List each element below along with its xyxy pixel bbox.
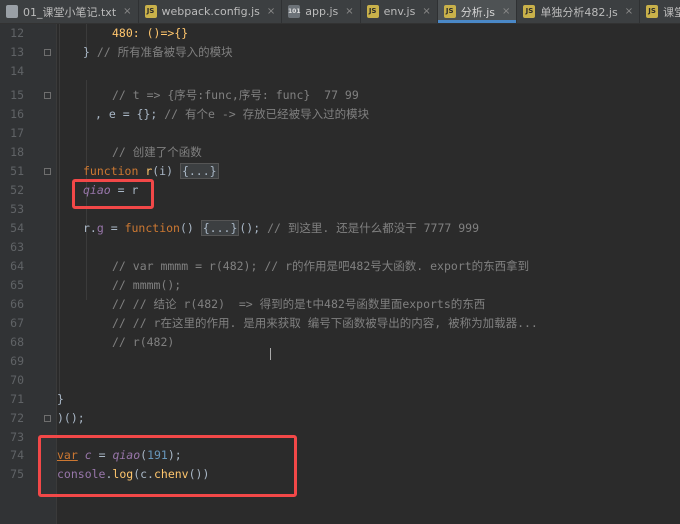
code-text: } [83,45,97,59]
highlight-box-qiao-call [38,435,297,497]
code-text: (i) [152,164,180,178]
text-file-icon [6,5,18,18]
code-comment: // 所有准备被导入的模块 [96,45,233,59]
line-number: 51 [10,164,24,178]
code-text: } [57,392,64,406]
code-comment: // 创建了个函数 [112,145,202,159]
close-tab-icon[interactable]: × [422,6,430,17]
line-number: 69 [10,354,24,368]
code-line-66: // // r在这里的作用. 是用来获取 编号下函数被导出的内容, 被称为加载器… [112,314,538,333]
js-file-icon: JS [366,5,379,18]
line-number: 71 [10,392,24,406]
line-number: 54 [10,221,24,235]
tab-label: 单独分析482.js [540,5,618,19]
code-comment: // t => {序号:func,序号: func} 77 99 [112,88,359,102]
line-number: 72 [10,411,24,425]
tab-0[interactable]: 01_课堂小笔记.txt × [0,0,139,23]
code-text: (); [239,221,268,235]
code-comment: // // 结论 r(482) => 得到的是t中482号函数里面exports… [112,297,486,311]
line-number: 17 [10,126,24,140]
code-comment: // mmmm(); [112,278,182,292]
line-number: 70 [10,373,24,387]
js-file-icon: JS [144,5,157,18]
code-line-17: // 创建了个函数 [112,143,202,162]
tab-label: app.js [305,5,339,18]
line-number: 52 [10,183,24,197]
line-number: 18 [10,145,24,159]
code-text: = [103,221,125,235]
code-line-72: )(); [57,409,85,428]
code-text: r. [83,221,97,235]
code-line-16: , e = {}; // 有个e -> 存放已经被导入过的模块 [95,105,369,124]
line-number: 64 [10,259,24,273]
fold-marker-icon[interactable] [44,92,51,99]
code-line-67: // r(482) [112,333,174,352]
line-number: 65 [10,278,24,292]
tab-label: env.js [383,5,416,18]
code-line-64: // mmmm(); [112,276,181,295]
close-tab-icon[interactable]: × [502,6,510,17]
folded-code-region[interactable]: {...} [200,220,240,236]
binary-file-icon: 101 [288,5,301,18]
mouse-ibeam-cursor [270,348,277,360]
js-file-icon: JS [443,5,456,18]
close-tab-icon[interactable]: × [267,6,275,17]
fold-marker-icon[interactable] [44,49,51,56]
line-number: 16 [10,107,24,121]
code-text: )(); [57,411,85,425]
code-keyword: function [83,164,146,178]
tab-1[interactable]: JS webpack.config.js × [139,0,283,23]
highlight-box-qiao-assignment [72,179,154,209]
line-number: 67 [10,316,24,330]
code-line-12: 480: ()=>{} [112,24,188,43]
code-line-53: r.g = function() {...} (); // 到这里. 还是什么都没… [83,219,479,238]
tab-label: 01_课堂小笔记.txt [23,5,117,19]
tab-label: 分析.js [460,5,496,19]
code-comment: // r(482) [112,335,175,349]
fold-marker-icon[interactable] [44,415,51,422]
folded-code-region[interactable]: {...} [179,163,219,179]
line-number: 13 [10,45,24,59]
line-number: 14 [10,64,24,78]
close-tab-icon[interactable]: × [625,6,633,17]
code-comment: // 到这里. 还是什么都没干 7777 999 [267,221,480,235]
code-comment: // // r在这里的作用. 是用来获取 编号下函数被导出的内容, 被称为加载器… [112,316,538,330]
line-number: 75 [10,467,24,481]
code-line-71: } [57,390,64,409]
editor-tab-bar: 01_课堂小笔记.txt × JS webpack.config.js × 101 app.… [0,0,680,24]
line-number: 68 [10,335,24,349]
indent-guide [59,24,60,396]
code-text: 480: ()=>{} [112,26,189,40]
tab-2[interactable]: 101 app.js × [282,0,361,23]
code-line-13: } // 所有准备被导入的模块 [83,43,233,62]
fold-marker-icon[interactable] [44,168,51,175]
line-number: 66 [10,297,24,311]
code-line-15: // t => {序号:func,序号: func} 77 99 [112,86,359,105]
js-file-icon: JS [646,5,659,18]
code-comment: // var mmmm = r(482); // r的作用是吧482号大函数. … [112,259,530,273]
line-number: 53 [10,202,24,216]
tab-label: 课堂答疑.js [663,5,680,19]
line-number: 74 [10,448,24,462]
tab-6[interactable]: JS课堂答疑.js× [640,0,680,23]
code-keyword: function [124,221,180,235]
tab-label: webpack.config.js [161,5,260,18]
code-text: () [179,221,201,235]
tab-4[interactable]: JS 分析.js × [437,0,518,23]
line-number: 63 [10,240,24,254]
code-comment: // 有个e -> 存放已经被导入过的模块 [164,107,370,121]
js-file-icon: JS [523,5,536,18]
line-number: 12 [10,26,24,40]
line-number: 73 [10,430,24,444]
close-tab-icon[interactable]: × [345,6,353,17]
close-tab-icon[interactable]: × [123,6,131,17]
code-text: , e = {}; [95,107,165,121]
code-property: g [96,221,104,235]
line-number: 15 [10,88,24,102]
tab-3[interactable]: JS env.js × [361,0,438,23]
code-line-63: // var mmmm = r(482); // r的作用是吧482号大函数. … [112,257,529,276]
code-line-65: // // 结论 r(482) => 得到的是t中482号函数里面exports… [112,295,485,314]
tab-5[interactable]: JS 单独分析482.js × [517,0,641,23]
